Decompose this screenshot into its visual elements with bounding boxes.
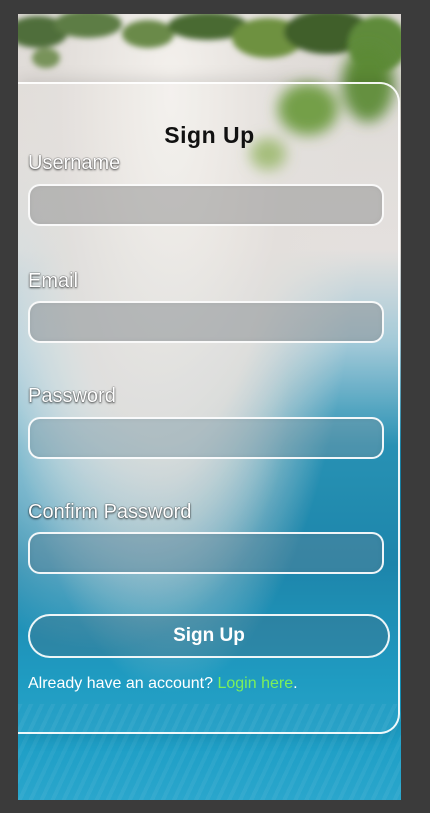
page-title: Sign Up [164,122,255,148]
confirm-password-label: Confirm Password [28,501,192,523]
email-label: Email [28,270,79,292]
login-prompt: Already have an account? Login here. [28,675,298,693]
login-prompt-text: Already have an account? [28,675,214,692]
sign-up-button[interactable]: Sign Up [28,614,390,658]
app-viewport: Sign Up Username Email Password Confirm … [18,14,401,800]
password-label: Password [28,385,116,407]
login-link[interactable]: Login here [217,675,293,692]
confirm-password-input[interactable] [28,532,384,574]
login-prompt-end: . [293,675,298,692]
username-input[interactable] [28,184,384,226]
username-label: Username [28,152,121,174]
password-input[interactable] [28,417,384,459]
email-input[interactable] [28,301,384,343]
